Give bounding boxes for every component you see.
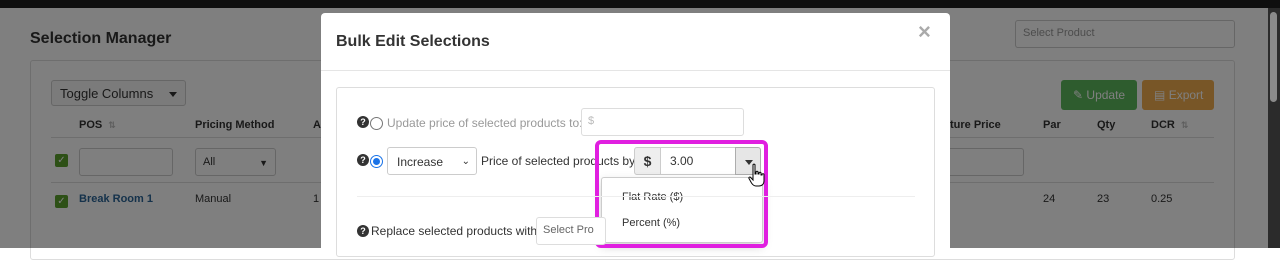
- direction-select-value: Increase: [397, 155, 444, 169]
- direction-select[interactable]: Increase ⌄: [387, 147, 477, 175]
- modal-title: Bulk Edit Selections: [336, 33, 490, 50]
- adjust-price-radio[interactable]: [370, 155, 383, 168]
- question-circle-icon: ?: [357, 154, 369, 166]
- update-price-label: Update price of selected products to:: [387, 116, 583, 130]
- replace-products-label: Replace selected products with:: [371, 224, 541, 238]
- update-price-input[interactable]: $: [581, 108, 744, 136]
- scrollbar-thumb[interactable]: [1270, 12, 1277, 102]
- highlight-box: [595, 140, 768, 248]
- question-circle-icon: ?: [357, 116, 369, 128]
- question-circle-icon: ?: [357, 225, 369, 237]
- update-price-radio[interactable]: [370, 117, 383, 130]
- close-icon[interactable]: ×: [918, 21, 931, 43]
- chevron-down-icon: ⌄: [461, 156, 470, 167]
- section-divider: [357, 196, 915, 197]
- modal-header-divider: [321, 70, 950, 71]
- replace-product-select[interactable]: Select Pro: [536, 217, 606, 245]
- hand-pointer-icon: [748, 163, 765, 187]
